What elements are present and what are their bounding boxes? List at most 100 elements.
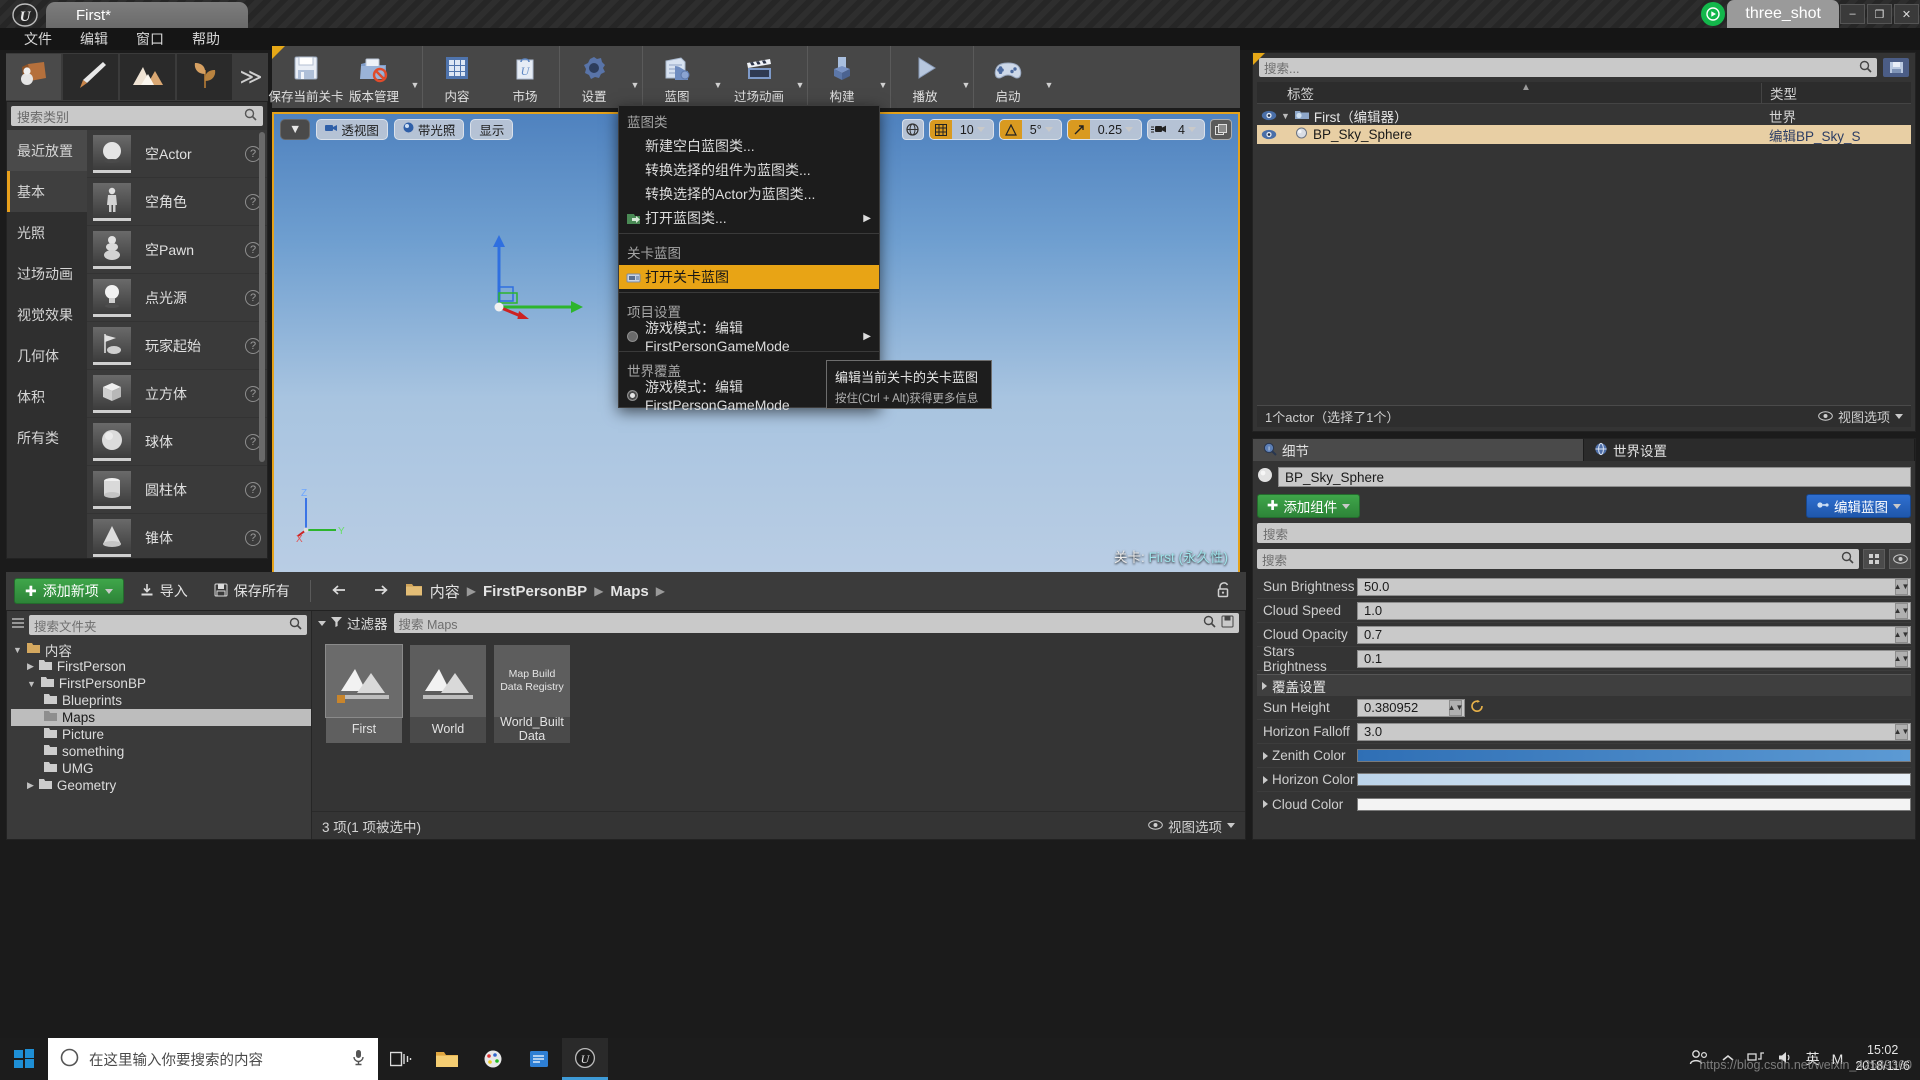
- grid-snap-group[interactable]: 10: [928, 119, 994, 140]
- list-item[interactable]: 玩家起始 ?: [87, 322, 267, 370]
- expand-triangle-icon[interactable]: ▼: [1281, 111, 1290, 121]
- details-component-search-input[interactable]: 搜索: [1257, 523, 1911, 543]
- spinner-icon[interactable]: ▲▼: [1894, 723, 1909, 740]
- scale-snap-value[interactable]: 0.25: [1090, 123, 1141, 137]
- stars-brightness-input[interactable]: 0.1 ▲▼: [1357, 649, 1911, 668]
- cinematics-dropdown[interactable]: ▼: [793, 46, 807, 108]
- list-item[interactable]: 空Pawn ?: [87, 226, 267, 274]
- reset-to-default-icon[interactable]: [1471, 699, 1484, 716]
- play-button[interactable]: 播放: [891, 46, 959, 108]
- foliage-mode-button[interactable]: [177, 54, 232, 100]
- override-settings-section-header[interactable]: 覆盖设置: [1257, 674, 1911, 696]
- outliner-save-layout-button[interactable]: [1883, 58, 1909, 77]
- transform-gizmo[interactable]: [479, 229, 589, 321]
- modes-overflow-button[interactable]: ≫: [234, 64, 268, 90]
- breadcrumb-item-maps[interactable]: Maps: [610, 583, 648, 600]
- cloud-color-swatch[interactable]: [1357, 797, 1911, 811]
- eye-icon[interactable]: [1257, 129, 1281, 140]
- place-cat-basic[interactable]: 基本: [7, 171, 87, 212]
- cloud-opacity-input[interactable]: 0.7 ▲▼: [1357, 625, 1911, 644]
- rotation-snap-group[interactable]: 5°: [998, 119, 1062, 140]
- content-button[interactable]: 内容: [423, 46, 491, 108]
- launch-button[interactable]: 启动: [974, 46, 1042, 108]
- session-tab[interactable]: three_shot: [1727, 0, 1839, 28]
- spinner-icon[interactable]: ▲▼: [1894, 626, 1909, 643]
- rotation-snap-value[interactable]: 5°: [1022, 123, 1061, 137]
- expand-triangle-icon[interactable]: ▼: [13, 645, 22, 655]
- settings-dropdown[interactable]: ▼: [628, 46, 642, 108]
- help-badge[interactable]: ?: [245, 481, 261, 498]
- source-control-button[interactable]: 版本管理: [340, 46, 408, 108]
- settings-button[interactable]: 设置: [560, 46, 628, 108]
- tree-item-firstperson[interactable]: ▶ FirstPerson: [11, 658, 311, 675]
- file-explorer-icon[interactable]: [424, 1038, 470, 1080]
- tree-item-something[interactable]: something: [11, 743, 311, 760]
- expand-triangle-icon[interactable]: [1263, 775, 1268, 784]
- asset-grid[interactable]: First World Map Build Data Registry Worl…: [312, 635, 1245, 811]
- asset-search-input[interactable]: 搜索 Maps: [393, 613, 1239, 633]
- zenith-color-swatch[interactable]: [1357, 749, 1911, 762]
- outliner-view-options-button[interactable]: 视图选项: [1818, 407, 1903, 426]
- place-actors-list[interactable]: 空Actor ? 空角色 ? 空Pawn ? 点光源 ? 玩家起始 ? 立方体 …: [87, 130, 267, 558]
- spinner-icon[interactable]: ▲▼: [1894, 650, 1909, 667]
- paint-icon[interactable]: [470, 1038, 516, 1080]
- list-item[interactable]: 锥体 ?: [87, 514, 267, 558]
- outliner-col-label[interactable]: 标签 ▲: [1281, 82, 1761, 103]
- table-row[interactable]: BP_Sky_Sphere 编辑BP_Sky_S: [1257, 125, 1911, 144]
- list-item[interactable]: 立方体 ?: [87, 370, 267, 418]
- horizon-color-swatch[interactable]: [1357, 773, 1911, 786]
- grid-icon[interactable]: [929, 120, 952, 139]
- outliner-search-input[interactable]: 搜索...: [1259, 58, 1877, 77]
- edit-blueprint-button[interactable]: 编辑蓝图: [1806, 494, 1911, 518]
- save-search-icon[interactable]: [1221, 615, 1234, 631]
- maximize-viewport-button[interactable]: [1210, 119, 1232, 140]
- ctx-convert-actor[interactable]: 转换选择的Actor为蓝图类...: [619, 182, 879, 206]
- viewport-menu-button[interactable]: ▼: [280, 118, 311, 140]
- marketplace-button[interactable]: U 市场: [491, 46, 559, 108]
- expand-triangle-icon[interactable]: [1263, 800, 1268, 808]
- spinner-icon[interactable]: ▲▼: [1448, 699, 1463, 716]
- expand-triangle-icon[interactable]: [1263, 751, 1268, 760]
- world-coords-toggle[interactable]: [901, 119, 924, 140]
- cloud-speed-input[interactable]: 1.0 ▲▼: [1357, 601, 1911, 620]
- scale-arrow-icon[interactable]: [1067, 120, 1090, 139]
- content-browser-lock-button[interactable]: [1216, 581, 1238, 602]
- import-button[interactable]: 导入: [130, 578, 198, 604]
- details-grid-view-button[interactable]: [1863, 549, 1885, 569]
- place-actors-search-input[interactable]: 搜索类别: [11, 106, 263, 126]
- ctx-new-empty-blueprint[interactable]: 新建空白蓝图类...: [619, 134, 879, 158]
- list-item[interactable]: 空Actor ?: [87, 130, 267, 178]
- camera-speed-group[interactable]: 4: [1147, 119, 1205, 140]
- place-cat-lights[interactable]: 光照: [7, 212, 87, 253]
- tree-item-blueprints[interactable]: Blueprints: [11, 692, 311, 709]
- taskbar-search-input[interactable]: 在这里输入你要搜索的内容: [48, 1038, 378, 1080]
- minimize-button[interactable]: –: [1840, 4, 1865, 24]
- tree-item-maps[interactable]: Maps: [11, 709, 311, 726]
- viewport-lit-button[interactable]: 带光照: [393, 118, 465, 140]
- tree-item-firstpersonbp[interactable]: ▼ FirstPersonBP: [11, 675, 311, 692]
- camera-speed-icon[interactable]: [1148, 120, 1170, 139]
- expand-triangle-icon[interactable]: ▼: [27, 679, 36, 689]
- menu-help[interactable]: 帮助: [178, 28, 234, 50]
- filter-button[interactable]: 过滤器: [318, 613, 388, 633]
- blueprint-dropdown[interactable]: ▼: [711, 46, 725, 108]
- list-item[interactable]: 空角色 ?: [87, 178, 267, 226]
- details-property-search-input[interactable]: 搜索: [1257, 549, 1859, 569]
- nav-forward-button[interactable]: [363, 578, 399, 604]
- blueprint-button[interactable]: 蓝图: [643, 46, 711, 108]
- list-item[interactable]: 球体 ?: [87, 418, 267, 466]
- tab-details[interactable]: i 细节: [1253, 439, 1584, 461]
- expand-triangle-icon[interactable]: ▶: [27, 780, 34, 791]
- place-cat-geometry[interactable]: 几何体: [7, 335, 87, 376]
- spinner-icon[interactable]: ▲▼: [1894, 602, 1909, 619]
- place-actors-scrollbar[interactable]: [259, 132, 265, 462]
- save-current-level-button[interactable]: 保存当前关卡: [269, 46, 344, 108]
- close-button[interactable]: ✕: [1894, 4, 1919, 24]
- tree-item-picture[interactable]: Picture: [11, 726, 311, 743]
- expand-triangle-icon[interactable]: ▶: [27, 661, 34, 672]
- help-badge[interactable]: ?: [245, 529, 261, 546]
- outliner-col-type[interactable]: 类型: [1761, 82, 1911, 103]
- folder-search-input[interactable]: 搜索文件夹: [29, 615, 307, 635]
- windows-start-icon[interactable]: [0, 1038, 48, 1080]
- sun-brightness-input[interactable]: 50.0 ▲▼: [1357, 577, 1911, 596]
